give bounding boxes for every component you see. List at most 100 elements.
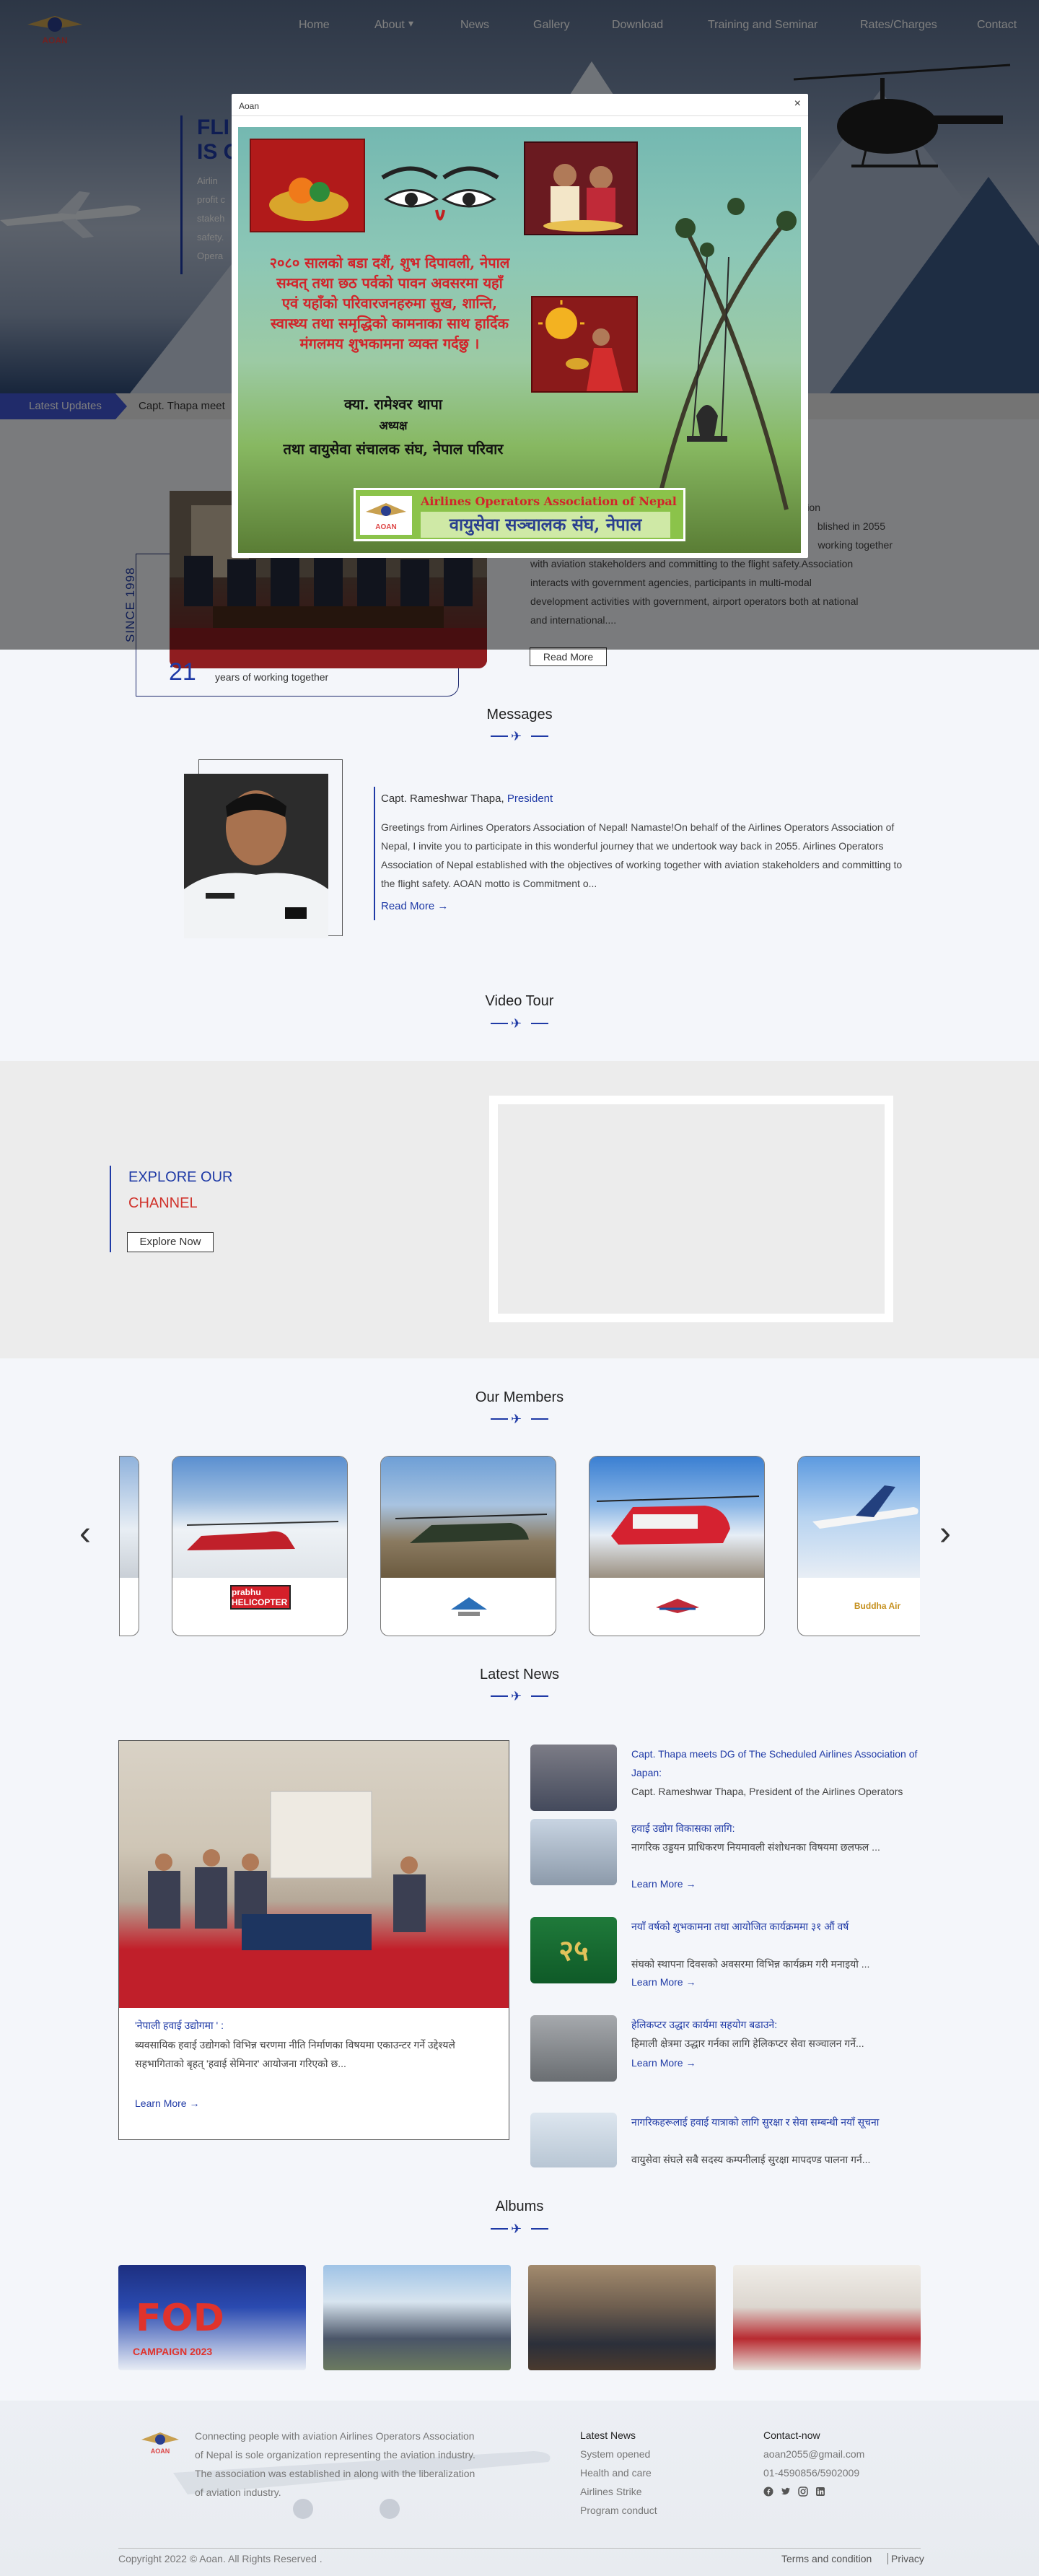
read-more-button[interactable]: Read More bbox=[530, 647, 607, 666]
featured-news-body: ब्यवसायिक हवाई उद्योगको विभिन्न चरणमा नी… bbox=[135, 2039, 455, 2069]
news-item-title[interactable]: हवाई उद्योग विकासका लागि: bbox=[631, 1819, 920, 1838]
video-placeholder[interactable] bbox=[498, 1104, 885, 1314]
footer-link[interactable]: System opened bbox=[580, 2448, 650, 2460]
video-player[interactable] bbox=[489, 1096, 893, 1322]
modal-title: Aoan bbox=[239, 101, 260, 111]
album-thumbnail[interactable] bbox=[733, 2265, 921, 2370]
close-icon[interactable]: × bbox=[794, 97, 801, 110]
section-divider: ✈ bbox=[491, 1689, 548, 1703]
featured-news-learn-more[interactable]: Learn More → bbox=[135, 2097, 199, 2109]
member-photo bbox=[381, 1457, 556, 1578]
section-divider: ✈ bbox=[491, 729, 548, 743]
footer-link[interactable]: Airlines Strike bbox=[580, 2486, 642, 2497]
privacy-link[interactable]: Privacy bbox=[887, 2553, 924, 2564]
president-photo bbox=[184, 774, 328, 938]
festival-greeting-poster: २०८० सालको बडा दशैं, शुभ दिपावली, नेपाल … bbox=[238, 127, 801, 553]
news-thumbnail bbox=[530, 1745, 617, 1811]
linkedin-icon[interactable] bbox=[815, 2487, 825, 2497]
featured-news-card[interactable]: 'नेपाली हवाई उद्योगमा ' : ब्यवसायिक हवाई… bbox=[118, 1740, 509, 2140]
news-item-title[interactable]: Capt. Thapa meets DG of The Scheduled Ai… bbox=[631, 1745, 920, 1782]
albums-title: Albums bbox=[495, 2199, 544, 2214]
news-thumbnail bbox=[530, 2015, 617, 2082]
member-logo bbox=[439, 1581, 499, 1631]
footer-divider bbox=[118, 2548, 921, 2549]
airplane-icon: ✈ bbox=[511, 2222, 522, 2236]
video-tour-title: Video Tour bbox=[485, 993, 554, 1009]
airplane-icon: ✈ bbox=[511, 1412, 522, 1426]
member-card-partial[interactable]: Buddha Air bbox=[797, 1456, 920, 1636]
member-card[interactable] bbox=[589, 1456, 765, 1636]
poster-greeting-text: २०८० सालको बडा दशैं, शुभ दिपावली, नेपाल … bbox=[238, 253, 548, 354]
poster-greeting-line: सम्वत् तथा छठ पर्वको पावन अवसरमा यहाँ bbox=[276, 274, 503, 292]
album-thumbnail[interactable]: FOD CAMPAIGN 2023 bbox=[118, 2265, 306, 2370]
members-title: Our Members bbox=[475, 1389, 564, 1405]
member-logo bbox=[647, 1581, 708, 1631]
poster-greeting-line: एवं यहाँको परिवारजनहरुमा सुख, शान्ति, bbox=[281, 294, 498, 312]
news-item-title[interactable]: नयाँ वर्षको शुभकामना तथा आयोजित कार्यक्र… bbox=[631, 1917, 920, 1936]
member-card-partial[interactable] bbox=[119, 1456, 139, 1636]
news-item-body: संघको स्थापना दिवसको अवसरमा विभिन्न कार्… bbox=[631, 1958, 870, 1970]
carousel-next-icon[interactable]: › bbox=[939, 1516, 951, 1551]
member-card[interactable] bbox=[380, 1456, 556, 1636]
news-item-learn-more[interactable]: Learn More → bbox=[631, 1976, 696, 1988]
featured-news-title[interactable]: 'नेपाली हवाई उद्योगमा ' : bbox=[135, 2019, 224, 2033]
message-accent-bar bbox=[374, 787, 375, 920]
footer-about-text: Connecting people with aviation Airlines… bbox=[195, 2430, 475, 2498]
poster-greeting-line: मंगलमय शुभकामना व्यक्त गर्दछु । bbox=[299, 335, 480, 352]
banner-english-name: Airlines Operators Association of Nepal bbox=[421, 494, 677, 508]
footer-email[interactable]: aoan2055@gmail.com bbox=[763, 2448, 864, 2460]
poster-association-banner: AOAN Airlines Operators Association of N… bbox=[354, 488, 685, 541]
footer-phone[interactable]: 01-4590856/5902009 bbox=[763, 2467, 859, 2479]
member-photo bbox=[120, 1457, 139, 1578]
modal-header-divider bbox=[232, 115, 808, 116]
news-thumbnail: २५ bbox=[530, 1917, 617, 1983]
terms-link[interactable]: Terms and condition bbox=[781, 2553, 872, 2564]
poster-greeting-line: स्वास्थ्य तथा समृद्धिको कामनाका साथ हार्… bbox=[271, 315, 509, 332]
message-body: Greetings from Airlines Operators Associ… bbox=[381, 821, 903, 889]
footer-logo[interactable]: AOAN bbox=[139, 2427, 182, 2455]
member-photo bbox=[798, 1457, 920, 1578]
news-item-title[interactable]: नागरिकहरूलाई हवाई यात्राको लागि सुरक्षा … bbox=[631, 2113, 920, 2131]
president-name: Capt. Rameshwar Thapa, President bbox=[381, 793, 553, 805]
airplane-icon: ✈ bbox=[511, 1689, 522, 1703]
member-card[interactable]: prabhu HELICOPTER bbox=[172, 1456, 348, 1636]
facebook-icon[interactable] bbox=[763, 2487, 773, 2497]
news-item-body: नागरिक उड्डयन प्राधिकरण नियमावली संशोधनक… bbox=[631, 1841, 880, 1853]
years-label: years of working together bbox=[215, 671, 329, 683]
twitter-icon[interactable] bbox=[781, 2487, 791, 2497]
svg-text:AOAN: AOAN bbox=[375, 523, 396, 531]
news-item-learn-more[interactable]: Learn More → bbox=[631, 2057, 696, 2069]
news-thumbnail bbox=[530, 1819, 617, 1885]
messages-title: Messages bbox=[486, 707, 553, 722]
poster-signatory-role: अध्यक्ष bbox=[379, 419, 408, 432]
news-item-body: वायुसेवा संघले सबै सदस्य कम्पनीलाई सुरक्… bbox=[631, 2154, 871, 2165]
poster-signatory-name: क्या. रामेश्वर थापा bbox=[344, 396, 442, 413]
footer-social bbox=[763, 2487, 825, 2497]
album-subcaption: CAMPAIGN 2023 bbox=[133, 2346, 213, 2357]
news-item-learn-more[interactable]: Learn More → bbox=[631, 1878, 696, 1890]
featured-news-photo bbox=[119, 1741, 509, 2008]
instagram-icon[interactable] bbox=[798, 2487, 808, 2497]
message-read-more-link[interactable]: Read More → bbox=[381, 900, 448, 912]
section-divider: ✈ bbox=[491, 2222, 548, 2236]
explore-now-button[interactable]: Explore Now bbox=[127, 1232, 214, 1252]
album-thumbnail[interactable] bbox=[323, 2265, 511, 2370]
carousel-prev-icon[interactable]: ‹ bbox=[79, 1516, 91, 1551]
copyright-text: Copyright 2022 © Aoan. All Rights Reserv… bbox=[118, 2553, 323, 2564]
section-divider: ✈ bbox=[491, 1412, 548, 1426]
explore-accent-bar bbox=[110, 1166, 111, 1252]
album-thumbnail[interactable] bbox=[528, 2265, 716, 2370]
durga-eyes-icon bbox=[381, 166, 499, 221]
news-item-body: Capt. Rameshwar Thapa, President of the … bbox=[631, 1786, 903, 1797]
member-photo bbox=[589, 1457, 764, 1578]
airplane-icon: ✈ bbox=[511, 1016, 522, 1031]
member-photo bbox=[172, 1457, 347, 1578]
footer-link[interactable]: Program conduct bbox=[580, 2505, 657, 2516]
footer-latest-title: Latest News bbox=[580, 2429, 636, 2441]
news-item-title[interactable]: हेलिकप्टर उद्धार कार्यमा सहयोग बढाउने: bbox=[631, 2015, 920, 2034]
footer-link[interactable]: Health and care bbox=[580, 2467, 652, 2479]
svg-text:AOAN: AOAN bbox=[151, 2448, 170, 2455]
swing-tree-illustration bbox=[654, 198, 797, 510]
poster-offering-image bbox=[250, 139, 365, 232]
member-logo: Buddha Air bbox=[854, 1601, 901, 1611]
